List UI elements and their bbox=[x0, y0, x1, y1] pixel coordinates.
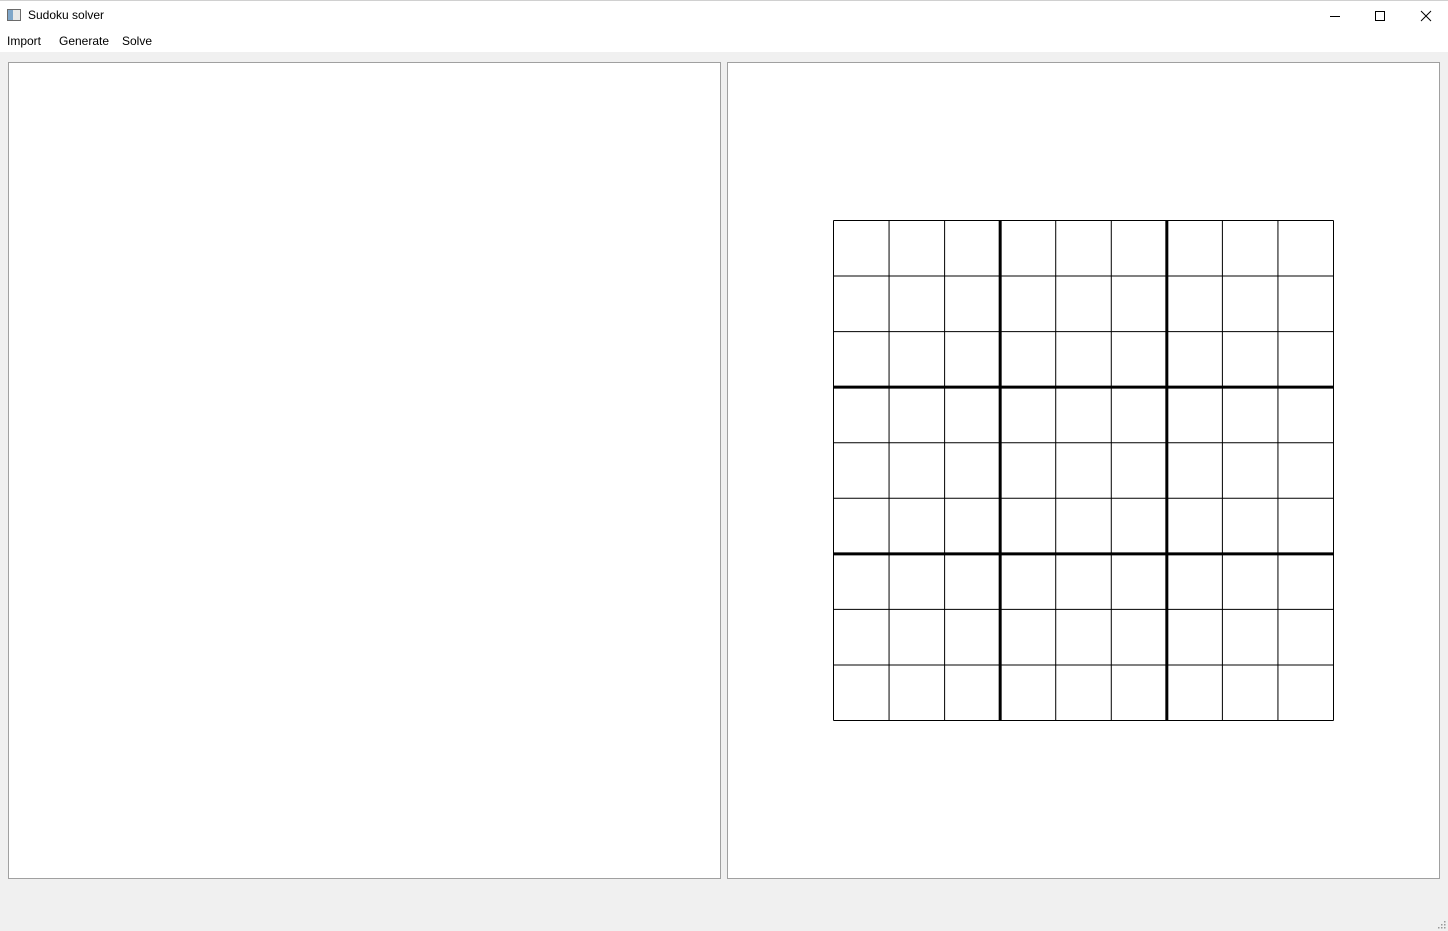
sudoku-cell[interactable] bbox=[1055, 553, 1112, 610]
sudoku-cell[interactable] bbox=[889, 609, 945, 665]
sudoku-cell[interactable] bbox=[1222, 276, 1278, 332]
sudoku-cell[interactable] bbox=[1166, 331, 1223, 388]
sudoku-cell[interactable] bbox=[1000, 331, 1056, 388]
sudoku-cell[interactable] bbox=[1055, 498, 1112, 554]
sudoku-cell[interactable] bbox=[1055, 387, 1112, 443]
sudoku-cell[interactable] bbox=[1111, 442, 1167, 499]
sudoku-cell[interactable] bbox=[1166, 276, 1223, 332]
sudoku-cell[interactable] bbox=[1000, 442, 1056, 499]
close-button[interactable] bbox=[1403, 1, 1448, 31]
image-preview-panel bbox=[8, 62, 721, 879]
sudoku-cell[interactable] bbox=[1000, 664, 1056, 721]
sudoku-cell[interactable] bbox=[1222, 609, 1278, 665]
sudoku-cell[interactable] bbox=[1055, 276, 1112, 332]
sudoku-cell[interactable] bbox=[1222, 553, 1278, 610]
sudoku-cell[interactable] bbox=[1277, 387, 1334, 443]
sudoku-cell[interactable] bbox=[889, 553, 945, 610]
sudoku-cell[interactable] bbox=[1222, 387, 1278, 443]
sudoku-cell[interactable] bbox=[889, 664, 945, 721]
sudoku-cell[interactable] bbox=[833, 220, 890, 277]
sudoku-cell[interactable] bbox=[833, 276, 890, 332]
sudoku-cell[interactable] bbox=[944, 609, 1001, 665]
resize-grip-icon[interactable] bbox=[1436, 919, 1446, 929]
menu-generate[interactable]: Generate bbox=[59, 34, 109, 48]
sudoku-cell[interactable] bbox=[1000, 609, 1056, 665]
sudoku-cell[interactable] bbox=[889, 331, 945, 388]
minimize-icon bbox=[1330, 16, 1340, 17]
maximize-button[interactable] bbox=[1357, 1, 1403, 31]
sudoku-cell[interactable] bbox=[1222, 220, 1278, 277]
sudoku-cell[interactable] bbox=[1277, 220, 1334, 277]
sudoku-cell[interactable] bbox=[1277, 276, 1334, 332]
sudoku-cell[interactable] bbox=[1277, 442, 1334, 499]
sudoku-cell[interactable] bbox=[1166, 387, 1223, 443]
sudoku-cell[interactable] bbox=[1000, 276, 1056, 332]
sudoku-cell[interactable] bbox=[889, 220, 945, 277]
sudoku-cell[interactable] bbox=[1055, 331, 1112, 388]
sudoku-cell[interactable] bbox=[1277, 498, 1334, 554]
sudoku-cell[interactable] bbox=[1111, 331, 1167, 388]
sudoku-cell[interactable] bbox=[1055, 442, 1112, 499]
minimize-button[interactable] bbox=[1312, 1, 1358, 31]
sudoku-cell[interactable] bbox=[1166, 442, 1223, 499]
sudoku-cell[interactable] bbox=[1111, 276, 1167, 332]
sudoku-cell[interactable] bbox=[1000, 387, 1056, 443]
sudoku-cell[interactable] bbox=[833, 442, 890, 499]
sudoku-cell[interactable] bbox=[944, 553, 1001, 610]
sudoku-cell[interactable] bbox=[1166, 498, 1223, 554]
sudoku-cell[interactable] bbox=[1055, 609, 1112, 665]
sudoku-cell[interactable] bbox=[889, 498, 945, 554]
sudoku-cell[interactable] bbox=[1166, 664, 1223, 721]
sudoku-cell[interactable] bbox=[1111, 553, 1167, 610]
sudoku-cell[interactable] bbox=[1277, 331, 1334, 388]
menu-import[interactable]: Import bbox=[7, 34, 41, 48]
maximize-icon bbox=[1375, 11, 1385, 21]
app-window-icon bbox=[7, 9, 21, 21]
sudoku-cell[interactable] bbox=[1111, 220, 1167, 277]
sudoku-cell[interactable] bbox=[944, 220, 1001, 277]
sudoku-cell[interactable] bbox=[1222, 442, 1278, 499]
sudoku-cell[interactable] bbox=[833, 498, 890, 554]
sudoku-cell[interactable] bbox=[1222, 664, 1278, 721]
sudoku-cell[interactable] bbox=[833, 331, 890, 388]
app-window: Sudoku solver Import Generate Solve bbox=[0, 0, 1448, 931]
title-bar[interactable]: Sudoku solver bbox=[0, 0, 1448, 31]
sudoku-cell[interactable] bbox=[1166, 220, 1223, 277]
window-title: Sudoku solver bbox=[28, 8, 105, 22]
sudoku-cell[interactable] bbox=[1111, 387, 1167, 443]
sudoku-cell[interactable] bbox=[1055, 664, 1112, 721]
sudoku-cell[interactable] bbox=[1000, 553, 1056, 610]
sudoku-cell[interactable] bbox=[1000, 498, 1056, 554]
sudoku-cell[interactable] bbox=[944, 387, 1001, 443]
sudoku-cell[interactable] bbox=[1222, 331, 1278, 388]
sudoku-cell[interactable] bbox=[1055, 220, 1112, 277]
sudoku-grid[interactable] bbox=[832, 219, 1335, 722]
sudoku-cell[interactable] bbox=[1111, 664, 1167, 721]
sudoku-board-panel bbox=[727, 62, 1440, 879]
sudoku-cell[interactable] bbox=[833, 609, 890, 665]
sudoku-cell[interactable] bbox=[1222, 498, 1278, 554]
sudoku-cell[interactable] bbox=[944, 331, 1001, 388]
sudoku-cell[interactable] bbox=[1000, 220, 1056, 277]
sudoku-cell[interactable] bbox=[889, 276, 945, 332]
sudoku-cell[interactable] bbox=[944, 664, 1001, 721]
menu-bar: Import Generate Solve bbox=[0, 31, 1448, 52]
sudoku-cell[interactable] bbox=[1111, 609, 1167, 665]
sudoku-cell[interactable] bbox=[1166, 553, 1223, 610]
sudoku-cell[interactable] bbox=[944, 276, 1001, 332]
sudoku-cell[interactable] bbox=[833, 387, 890, 443]
sudoku-cell[interactable] bbox=[833, 553, 890, 610]
sudoku-cell[interactable] bbox=[889, 442, 945, 499]
sudoku-cell[interactable] bbox=[1277, 664, 1334, 721]
sudoku-cell[interactable] bbox=[944, 442, 1001, 499]
sudoku-cell[interactable] bbox=[944, 498, 1001, 554]
sudoku-cell[interactable] bbox=[1277, 609, 1334, 665]
menu-solve[interactable]: Solve bbox=[122, 34, 152, 48]
sudoku-cell[interactable] bbox=[833, 664, 890, 721]
sudoku-cell[interactable] bbox=[889, 387, 945, 443]
sudoku-cell[interactable] bbox=[1277, 553, 1334, 610]
sudoku-cell[interactable] bbox=[1111, 498, 1167, 554]
sudoku-cell[interactable] bbox=[1166, 609, 1223, 665]
close-icon bbox=[1420, 10, 1432, 22]
